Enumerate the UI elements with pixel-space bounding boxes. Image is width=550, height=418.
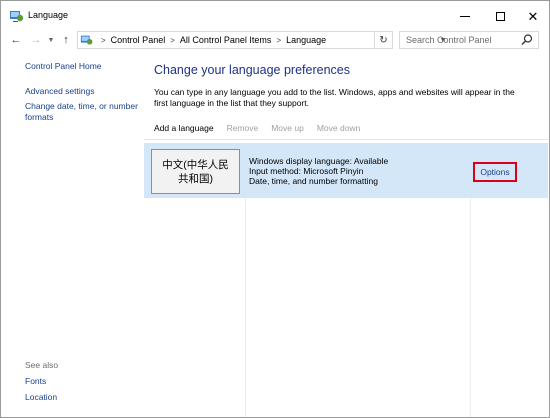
up-button[interactable]: ↑	[59, 31, 73, 49]
control-panel-icon	[10, 11, 24, 22]
language-tile[interactable]: 中文(中华人民共和国)	[151, 149, 240, 194]
title-bar: Language ✕	[1, 1, 549, 31]
arrow-right-icon: →	[30, 34, 42, 46]
chevron-right-icon: >	[276, 35, 282, 45]
refresh-icon: ↻	[379, 34, 388, 46]
address-row: ← → ▼ ↑ > Control Panel > All Control Pa…	[1, 31, 549, 49]
move-up-button[interactable]: Move up	[271, 123, 304, 133]
sidebar-link-advanced-settings[interactable]: Advanced settings	[25, 86, 94, 97]
see-also-link-fonts[interactable]: Fonts	[25, 376, 46, 387]
chevron-right-icon: >	[101, 35, 106, 45]
minimize-button[interactable]	[447, 1, 483, 31]
maximize-button[interactable]	[482, 1, 518, 31]
add-language-button[interactable]: Add a language	[154, 123, 214, 133]
breadcrumb-language[interactable]: Language	[286, 35, 326, 45]
window-title: Language	[28, 10, 69, 20]
sidebar: Control Panel Home Advanced settings Cha…	[1, 53, 143, 417]
move-down-button[interactable]: Move down	[317, 123, 360, 133]
main-content: Change your language preferences You can…	[144, 53, 548, 417]
sidebar-link-date-time-formats[interactable]: Change date, time, or number formats	[25, 101, 141, 123]
search-box[interactable]: Search Control Panel	[399, 31, 539, 49]
arrow-left-icon: ←	[10, 34, 22, 46]
input-method: Input method: Microsoft Pinyin	[249, 166, 364, 176]
breadcrumb-all-items[interactable]: All Control Panel Items	[180, 35, 272, 45]
minimize-icon	[460, 15, 470, 17]
language-toolbar: Add a language Remove Move up Move down	[154, 123, 373, 133]
arrow-up-icon: ↑	[63, 34, 69, 46]
search-input[interactable]: Search Control Panel	[406, 35, 519, 45]
search-icon	[521, 34, 533, 45]
chevron-right-icon: >	[170, 35, 175, 45]
close-icon: ✕	[527, 8, 539, 24]
divider	[144, 139, 548, 140]
control-panel-icon	[80, 35, 93, 45]
see-also-label: See also	[25, 360, 59, 370]
page-title: Change your language preferences	[154, 63, 350, 77]
column-divider	[245, 198, 246, 417]
close-button[interactable]: ✕	[515, 1, 550, 31]
refresh-button[interactable]: ↻	[375, 31, 393, 49]
display-language-status: Windows display language: Available	[249, 156, 389, 166]
breadcrumb-control-panel[interactable]: Control Panel	[111, 35, 166, 45]
language-details: Windows display language: Available Inpu…	[249, 156, 388, 186]
formatting-info: Date, time, and number formatting	[249, 176, 378, 186]
chevron-down-icon: ▼	[47, 36, 55, 44]
recent-locations-button[interactable]: ▼	[46, 31, 56, 49]
options-link[interactable]: Options	[473, 162, 517, 182]
address-bar[interactable]: > Control Panel > All Control Panel Item…	[77, 31, 446, 49]
forward-button[interactable]: →	[29, 31, 43, 49]
remove-button[interactable]: Remove	[227, 123, 259, 133]
see-also-link-location[interactable]: Location	[25, 392, 57, 403]
back-button[interactable]: ←	[9, 31, 23, 49]
sidebar-link-control-panel-home[interactable]: Control Panel Home	[25, 61, 102, 72]
page-description: You can type in any language you add to …	[154, 87, 515, 108]
column-divider	[470, 198, 471, 417]
language-window: Language ✕ ← → ▼ ↑ > Control Panel > All…	[0, 0, 550, 418]
maximize-icon	[495, 11, 505, 21]
